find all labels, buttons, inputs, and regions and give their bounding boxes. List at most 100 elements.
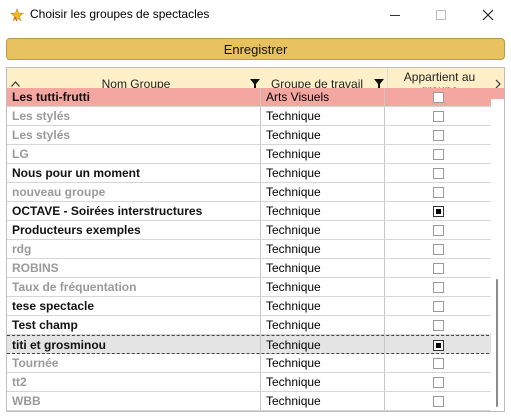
workgroup-cell: Technique	[261, 126, 385, 144]
groups-grid: Nom Groupe Groupe de travail Appartient …	[6, 67, 505, 412]
workgroup-cell: Technique	[261, 164, 385, 182]
member-checkbox[interactable]	[432, 300, 444, 312]
member-checkbox[interactable]	[432, 319, 444, 331]
app-star-icon	[10, 8, 24, 22]
title-bar: Choisir les groupes de spectacles	[0, 0, 511, 30]
group-name-cell: tese spectacle	[7, 297, 261, 315]
member-checkbox-cell[interactable]	[385, 240, 491, 258]
member-checkbox-cell[interactable]	[385, 278, 491, 296]
group-name-cell: nouveau groupe	[7, 183, 261, 201]
table-row[interactable]: Tournée Technique	[7, 354, 504, 373]
workgroup-cell: Technique	[261, 297, 385, 315]
table-row[interactable]: nouveau groupe Technique	[7, 183, 504, 202]
group-name-cell: Taux de fréquentation	[7, 278, 261, 296]
maximize-icon	[435, 9, 446, 20]
group-name-cell: Les tutti-frutti	[7, 88, 261, 106]
close-button[interactable]	[465, 0, 511, 30]
member-checkbox[interactable]	[432, 186, 444, 198]
table-row[interactable]: Taux de fréquentation Technique	[7, 278, 504, 297]
member-checkbox-cell[interactable]	[385, 316, 491, 334]
workgroup-cell: Technique	[261, 145, 385, 163]
member-checkbox[interactable]	[432, 395, 444, 407]
member-checkbox[interactable]	[432, 357, 444, 369]
close-icon	[482, 9, 494, 21]
column-header-appartient-line1: Appartient au	[403, 69, 476, 84]
group-name-cell: Nous pour un moment	[7, 164, 261, 182]
group-name-cell: ROBINS	[7, 259, 261, 277]
table-row[interactable]: tt2 Technique	[7, 373, 504, 392]
workgroup-cell: Technique	[261, 336, 385, 354]
table-row[interactable]: WBB Technique	[7, 392, 504, 411]
scrollbar-thumb[interactable]	[496, 279, 498, 407]
minimize-icon	[389, 14, 400, 16]
member-checkbox-cell[interactable]	[385, 202, 491, 220]
member-checkbox-cell[interactable]	[385, 88, 491, 106]
member-checkbox-cell[interactable]	[385, 297, 491, 315]
member-checkbox-cell[interactable]	[385, 183, 491, 201]
member-checkbox[interactable]	[432, 148, 444, 160]
member-checkbox[interactable]	[432, 224, 444, 236]
table-row[interactable]: Nous pour un moment Technique	[7, 164, 504, 183]
save-button[interactable]: Enregistrer	[6, 38, 505, 60]
table-row[interactable]: Les tutti-frutti Arts Visuels	[7, 88, 504, 107]
group-name-cell: OCTAVE - Soirées interstructures	[7, 202, 261, 220]
member-checkbox[interactable]	[432, 262, 444, 274]
member-checkbox-cell[interactable]	[385, 373, 491, 391]
member-checkbox-cell[interactable]	[385, 164, 491, 182]
workgroup-cell: Technique	[261, 107, 385, 125]
workgroup-cell: Technique	[261, 183, 385, 201]
group-name-cell: titi et grosminou	[7, 336, 261, 354]
member-checkbox[interactable]	[432, 167, 444, 179]
workgroup-cell: Technique	[261, 354, 385, 372]
member-checkbox[interactable]	[432, 91, 444, 103]
table-row[interactable]: rdg Technique	[7, 240, 504, 259]
table-row[interactable]: titi et grosminou Technique	[7, 335, 504, 354]
workgroup-cell: Arts Visuels	[261, 88, 385, 106]
member-checkbox[interactable]	[432, 129, 444, 141]
grid-rows: Les tutti-frutti Arts Visuels Les stylés…	[7, 88, 504, 411]
member-checkbox-cell[interactable]	[385, 259, 491, 277]
table-row[interactable]: Producteurs exemples Technique	[7, 221, 504, 240]
table-row[interactable]: LG Technique	[7, 145, 504, 164]
group-name-cell: Tournée	[7, 354, 261, 372]
group-name-cell: Les stylés	[7, 126, 261, 144]
table-row[interactable]: Les stylés Technique	[7, 126, 504, 145]
group-name-cell: LG	[7, 145, 261, 163]
member-checkbox[interactable]	[432, 281, 444, 293]
group-name-cell: Les stylés	[7, 107, 261, 125]
member-checkbox-cell[interactable]	[385, 354, 491, 372]
group-name-cell: WBB	[7, 392, 261, 410]
table-row[interactable]: ROBINS Technique	[7, 259, 504, 278]
member-checkbox[interactable]	[432, 110, 444, 122]
member-checkbox[interactable]	[432, 376, 444, 388]
member-checkbox[interactable]	[432, 243, 444, 255]
maximize-button[interactable]	[418, 0, 464, 30]
table-row[interactable]: Test champ Technique	[7, 316, 504, 335]
workgroup-cell: Technique	[261, 259, 385, 277]
member-checkbox-cell[interactable]	[385, 221, 491, 239]
minimize-button[interactable]	[372, 0, 418, 30]
workgroup-cell: Technique	[261, 373, 385, 391]
workgroup-cell: Technique	[261, 316, 385, 334]
workgroup-cell: Technique	[261, 202, 385, 220]
workgroup-cell: Technique	[261, 221, 385, 239]
member-checkbox-cell[interactable]	[385, 392, 491, 410]
group-name-cell: rdg	[7, 240, 261, 258]
workgroup-cell: Technique	[261, 392, 385, 410]
member-checkbox-cell[interactable]	[385, 126, 491, 144]
table-row[interactable]: Les stylés Technique	[7, 107, 504, 126]
group-name-cell: tt2	[7, 373, 261, 391]
member-checkbox-cell[interactable]	[385, 107, 491, 125]
member-checkbox[interactable]	[432, 205, 444, 217]
group-name-cell: Producteurs exemples	[7, 221, 261, 239]
workgroup-cell: Technique	[261, 278, 385, 296]
group-name-cell: Test champ	[7, 316, 261, 334]
workgroup-cell: Technique	[261, 240, 385, 258]
table-row[interactable]: OCTAVE - Soirées interstructures Techniqu…	[7, 202, 504, 221]
member-checkbox-cell[interactable]	[385, 336, 491, 354]
window-title: Choisir les groupes de spectacles	[30, 7, 210, 21]
vertical-scrollbar[interactable]	[491, 99, 504, 411]
table-row[interactable]: tese spectacle Technique	[7, 297, 504, 316]
member-checkbox-cell[interactable]	[385, 145, 491, 163]
member-checkbox[interactable]	[432, 339, 444, 351]
